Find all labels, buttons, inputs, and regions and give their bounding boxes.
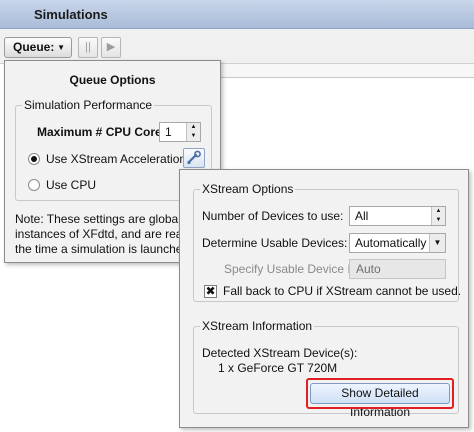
spinner-arrows[interactable]: ▲ ▼ — [186, 123, 200, 141]
spinner-down-icon[interactable]: ▼ — [432, 216, 445, 225]
usable-devices-value: Automatically — [355, 236, 427, 250]
queue-button-label: Queue: — [13, 40, 55, 54]
queue-options-title: Queue Options — [69, 73, 156, 87]
spinner-up-icon[interactable]: ▲ — [187, 123, 200, 132]
device-ids-value: Auto — [356, 262, 381, 276]
spinner-up-icon[interactable]: ▲ — [432, 207, 445, 216]
chevron-down-icon[interactable]: ▼ — [429, 234, 445, 252]
background-header-strip — [220, 64, 474, 78]
xstream-settings-button[interactable] — [183, 148, 205, 168]
fallback-cpu-checkbox[interactable]: ✖ — [204, 285, 217, 298]
spinner-down-icon[interactable]: ▼ — [187, 132, 200, 141]
num-devices-label: Number of Devices to use: — [202, 209, 344, 223]
spinner-arrows[interactable]: ▲ ▼ — [431, 207, 445, 225]
highlight-box — [306, 378, 454, 409]
use-xstream-label: Use XStream Acceleration — [46, 152, 187, 166]
max-cpu-cores-value: 1 — [165, 125, 172, 139]
xstream-options-group: XStream Options Number of Devices to use… — [193, 182, 462, 302]
use-xstream-radio[interactable] — [28, 153, 40, 165]
xstream-information-legend: XStream Information — [200, 319, 315, 333]
wrench-icon — [187, 150, 201, 165]
xstream-options-legend: XStream Options — [200, 182, 296, 196]
window-titlebar: Simulations — [0, 0, 474, 29]
device-ids-label: Specify Usable Device IDs: — [224, 262, 369, 276]
xstream-options-panel: XStream Options Number of Devices to use… — [179, 169, 469, 428]
detected-devices-label: Detected XStream Device(s): — [202, 346, 358, 360]
detected-device-name: 1 x GeForce GT 720M — [218, 361, 338, 375]
pause-button[interactable]: || — [78, 37, 98, 58]
simulation-performance-legend: Simulation Performance — [22, 98, 155, 112]
chevron-down-icon: ▼ — [57, 43, 65, 52]
usable-devices-label: Determine Usable Devices: — [202, 236, 348, 250]
queue-dropdown-button[interactable]: Queue: ▼ — [4, 37, 72, 58]
num-devices-spinner[interactable]: All ▲ ▼ — [349, 206, 446, 226]
play-button[interactable]: ▶ — [101, 37, 121, 58]
max-cpu-cores-label: Maximum # CPU Cores: — [37, 125, 173, 139]
checkmark-icon: ✖ — [205, 284, 216, 298]
device-ids-field: Auto — [349, 259, 446, 279]
usable-devices-select[interactable]: Automatically ▼ — [349, 233, 446, 253]
max-cpu-cores-spinner[interactable]: 1 ▲ ▼ — [159, 122, 201, 142]
window-title: Simulations — [34, 7, 108, 22]
use-cpu-label: Use CPU — [46, 178, 97, 192]
play-icon: ▶ — [106, 41, 116, 53]
use-cpu-radio[interactable] — [28, 179, 40, 191]
pause-icon: || — [85, 41, 91, 53]
toolbar: Queue: ▼ || ▶ — [0, 29, 474, 64]
num-devices-value: All — [355, 209, 369, 223]
fallback-cpu-label: Fall back to CPU if XStream cannot be us… — [223, 284, 462, 298]
